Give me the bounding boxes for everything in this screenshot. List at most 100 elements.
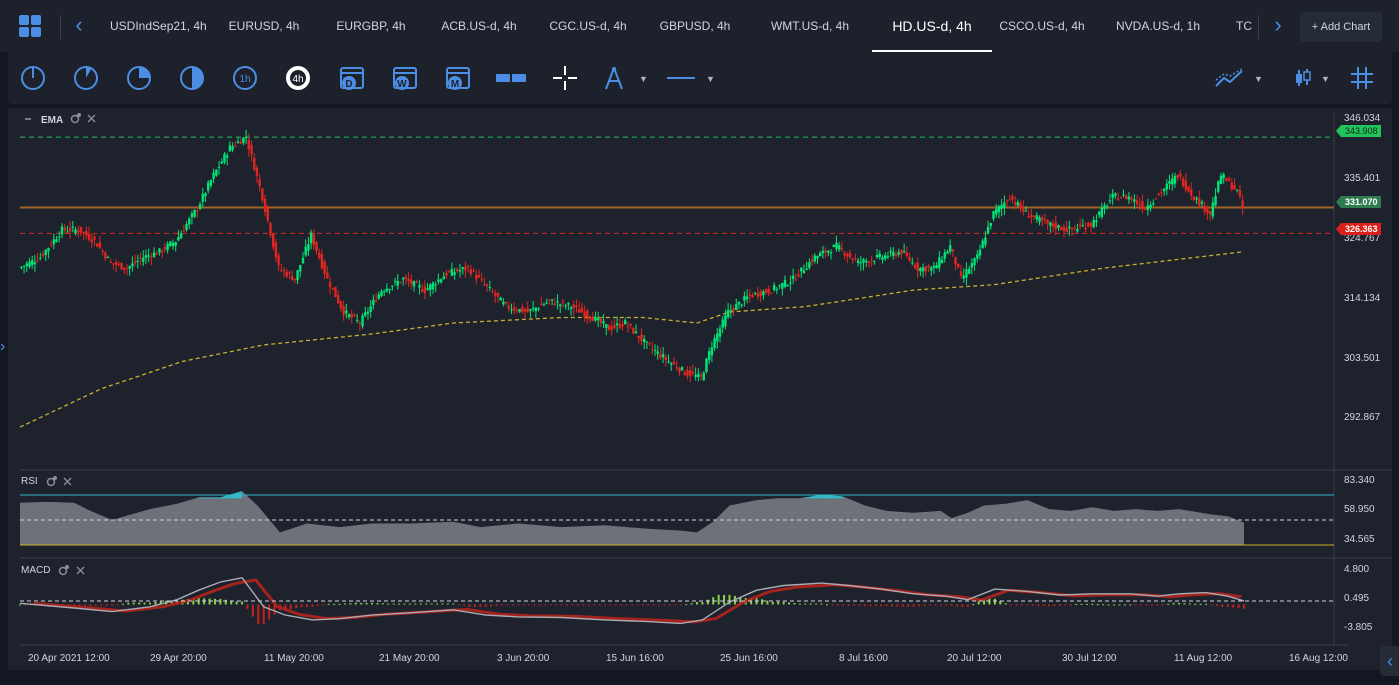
candlestick-icon — [1296, 69, 1311, 86]
macd-histogram-bar — [1188, 603, 1191, 605]
macd-histogram-bar — [1020, 604, 1023, 606]
timeframe-4h-button[interactable]: 4h — [284, 64, 312, 92]
tab-cgc[interactable]: CGC.US-d, 4h — [547, 0, 629, 52]
timeframe-5m-button[interactable] — [72, 64, 100, 92]
tab-tc[interactable]: TC — [1236, 0, 1254, 52]
timeframe-week-button[interactable]: W — [391, 64, 419, 92]
indicators-icon — [1215, 68, 1243, 87]
tab-acb[interactable]: ACB.US-d, 4h — [438, 0, 520, 52]
macd-histogram-bar — [679, 604, 682, 606]
timeframe-30m-button[interactable] — [178, 64, 206, 92]
macd-histogram-bar — [1004, 603, 1007, 605]
expand-right-icon[interactable]: ‹ — [1380, 646, 1399, 676]
candle-down — [672, 361, 676, 365]
chart-panel[interactable]: EMA 346.034 335.401 324.767 314.134 303.… — [8, 108, 1392, 670]
macd-histogram-bar — [446, 603, 449, 605]
candle-up — [716, 333, 719, 342]
scroll-left-icon[interactable]: ‹ — [71, 14, 87, 38]
candle-down — [423, 286, 427, 293]
candle-up — [1195, 197, 1198, 200]
tab-gbpusd[interactable]: GBPUSD, 4h — [655, 0, 735, 52]
compass-drawing-icon — [605, 67, 623, 90]
candle-down — [282, 270, 286, 272]
macd-histogram-bar — [566, 604, 569, 606]
rsi-settings-icon[interactable] — [46, 476, 58, 487]
candle-down — [867, 261, 871, 263]
candle-up — [569, 307, 573, 310]
tab-bar: ‹ USDIndSep21, 4h EURUSD, 4h EURGBP, 4h … — [0, 0, 1399, 52]
candle-down — [751, 294, 754, 298]
scroll-right-icon[interactable]: › — [1270, 14, 1286, 38]
add-chart-button[interactable]: + Add Chart — [1300, 12, 1382, 42]
candle-up — [1114, 193, 1117, 196]
macd-close-icon[interactable] — [76, 566, 85, 575]
tab-eurgbp[interactable]: EURGBP, 4h — [330, 0, 412, 52]
timeframe-1h-button[interactable]: 1h — [231, 64, 259, 92]
candle-down — [150, 256, 153, 258]
indicators-dropdown-icon[interactable]: ▼ — [1254, 74, 1263, 84]
timeframe-1m-button[interactable] — [19, 64, 47, 92]
candle-up — [718, 328, 722, 337]
chart-canvas[interactable]: EMA 346.034 335.401 324.767 314.134 303.… — [8, 108, 1392, 670]
chart-type-dropdown-icon[interactable]: ▼ — [1321, 74, 1330, 84]
candle-down — [927, 265, 930, 268]
candle-up — [442, 276, 445, 280]
svg-text:331.070: 331.070 — [1345, 197, 1378, 207]
candle-down — [104, 252, 107, 259]
drawing-tools-dropdown-icon[interactable]: ▼ — [639, 74, 648, 84]
price-tick: 303.501 — [1344, 353, 1381, 364]
candle-down — [1230, 182, 1234, 190]
candle-up — [778, 285, 781, 287]
candle-down — [526, 308, 529, 313]
candle-up — [542, 304, 546, 306]
macd-settings-icon[interactable] — [58, 565, 70, 576]
expand-left-icon[interactable]: › — [0, 338, 5, 356]
line-style-button[interactable] — [665, 64, 697, 92]
range-tool-button[interactable] — [494, 64, 528, 92]
tab-csco[interactable]: CSCO.US-d, 4h — [996, 0, 1088, 52]
candle-down — [851, 258, 854, 260]
settings-icon[interactable] — [70, 113, 82, 124]
candle-up — [58, 236, 61, 238]
candle-down — [85, 231, 88, 236]
macd-histogram-bar — [901, 604, 904, 607]
candle-up — [412, 281, 416, 287]
candle-up — [965, 269, 968, 278]
macd-histogram-bar — [549, 604, 552, 606]
candle-down — [1011, 195, 1014, 200]
candle-up — [724, 315, 727, 327]
candle-up — [892, 251, 895, 256]
apps-grid-icon[interactable] — [19, 15, 41, 37]
timeframe-15m-button[interactable] — [125, 64, 153, 92]
grid-toggle-button[interactable] — [1348, 64, 1376, 92]
macd-histogram-bar — [343, 603, 346, 605]
tab-eurusd[interactable]: EURUSD, 4h — [224, 0, 304, 52]
macd-histogram-bar — [533, 604, 536, 606]
macd-histogram-bar — [1150, 604, 1153, 606]
close-icon[interactable] — [87, 114, 96, 123]
tab-nvda[interactable]: NVDA.US-d, 1h — [1112, 0, 1204, 52]
candle-down — [577, 309, 581, 313]
rsi-close-icon[interactable] — [63, 477, 72, 486]
drawing-tools-button[interactable] — [600, 64, 628, 92]
indicators-button[interactable] — [1214, 64, 1246, 92]
candle-up — [707, 351, 711, 361]
clock-5m-icon — [74, 66, 98, 90]
candle-down — [810, 259, 814, 263]
candle-down — [350, 313, 353, 318]
candle-up — [605, 324, 608, 328]
candle-down — [843, 253, 846, 256]
line-style-dropdown-icon[interactable]: ▼ — [706, 74, 715, 84]
chart-type-button[interactable] — [1289, 64, 1317, 92]
candle-up — [1095, 220, 1098, 223]
tab-usdind[interactable]: USDIndSep21, 4h — [110, 0, 207, 52]
tab-wmt[interactable]: WMT.US-d, 4h — [762, 0, 858, 52]
macd-histogram-bar — [825, 604, 828, 606]
rsi-tick: 58.950 — [1344, 504, 1375, 515]
crosshair-button[interactable] — [551, 64, 579, 92]
candle-down — [648, 343, 651, 345]
tab-hd[interactable]: HD.US-d, 4h — [872, 0, 992, 52]
timeframe-day-button[interactable]: D — [338, 64, 366, 92]
candle-up — [837, 245, 841, 250]
timeframe-month-button[interactable]: M — [444, 64, 472, 92]
